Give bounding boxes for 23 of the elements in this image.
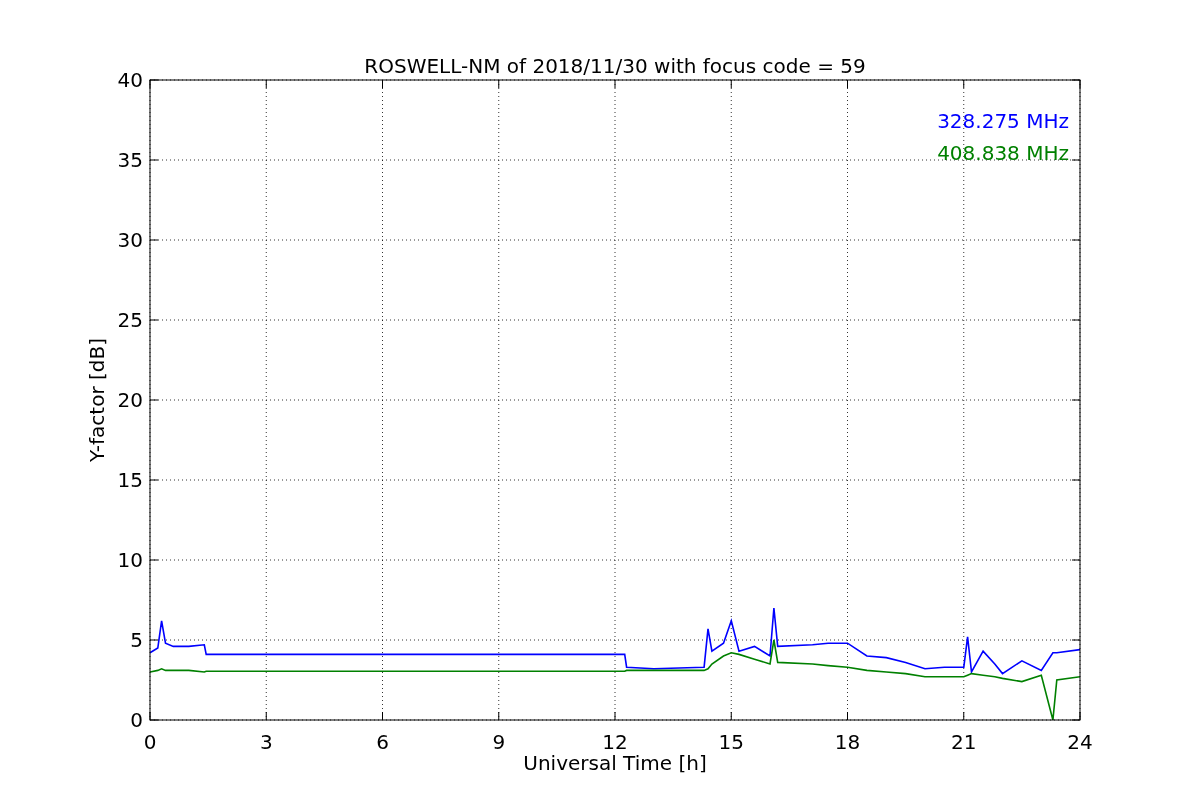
axis-label: Y-factor [dB] [85, 338, 109, 462]
legend-label: 408.838 MHz [937, 141, 1069, 165]
tick-label: 25 [117, 308, 143, 332]
tick-label: 30 [117, 228, 143, 252]
tick-label: 5 [130, 628, 143, 652]
tick-label: 21 [951, 730, 977, 754]
tick-label: 12 [602, 730, 628, 754]
axis-label: Universal Time [h] [523, 751, 707, 775]
tick-label: 15 [718, 730, 744, 754]
tick-label: 24 [1067, 730, 1093, 754]
tick-label: 9 [492, 730, 506, 754]
chart-title: ROSWELL-NM of 2018/11/30 with focus code = 59 [364, 54, 866, 78]
tick-label: 0 [143, 730, 157, 754]
tick-label: 35 [117, 148, 143, 172]
tick-label: 18 [834, 730, 861, 754]
tick-label: 20 [117, 388, 143, 412]
tick-label: 3 [259, 730, 273, 754]
tick-label: 40 [117, 68, 143, 92]
tick-label: 0 [130, 708, 143, 732]
legend-label: 328.275 MHz [937, 109, 1069, 133]
tick-label: 15 [117, 468, 143, 492]
tick-label: 10 [117, 548, 143, 572]
tick-label: 6 [376, 730, 389, 754]
